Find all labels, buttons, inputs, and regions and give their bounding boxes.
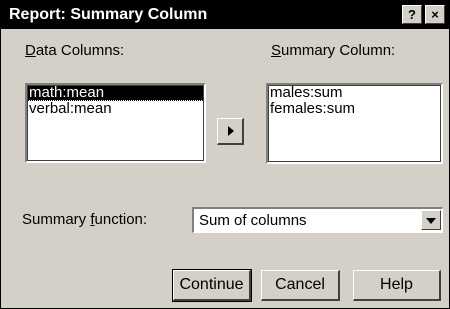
summary-column-dialog: Report: Summary Column ? × Data Columns:… xyxy=(0,0,450,309)
close-button[interactable]: × xyxy=(425,5,445,24)
summary-column-label: Summary Column: xyxy=(271,42,396,59)
right-triangle-icon xyxy=(228,126,234,136)
list-item[interactable]: males:sum xyxy=(268,85,441,101)
summary-function-label: Summary function: xyxy=(22,211,148,228)
help-title-button[interactable]: ? xyxy=(402,5,422,24)
question-mark-icon: ? xyxy=(408,7,416,22)
triangle-down-icon xyxy=(426,218,436,224)
cancel-button[interactable]: Cancel xyxy=(261,270,340,301)
dropdown-button[interactable] xyxy=(421,210,441,230)
data-columns-list[interactable]: math:mean verbal:mean xyxy=(25,83,206,163)
summary-column-list[interactable]: males:sum females:sum xyxy=(266,83,443,164)
data-columns-label: Data Columns: xyxy=(25,42,125,59)
list-item[interactable]: verbal:mean xyxy=(27,101,204,117)
list-item[interactable]: females:sum xyxy=(268,101,441,117)
list-item[interactable]: math:mean xyxy=(27,85,204,101)
continue-button[interactable]: Continue xyxy=(172,269,252,302)
help-button[interactable]: Help xyxy=(353,270,441,301)
close-icon: × xyxy=(431,7,439,22)
move-right-button[interactable] xyxy=(217,118,244,145)
summary-function-select[interactable]: Sum of columns xyxy=(192,207,443,233)
title-bar[interactable]: Report: Summary Column ? × xyxy=(1,1,449,29)
dialog-title: Report: Summary Column xyxy=(9,6,208,23)
summary-function-value: Sum of columns xyxy=(199,212,307,229)
